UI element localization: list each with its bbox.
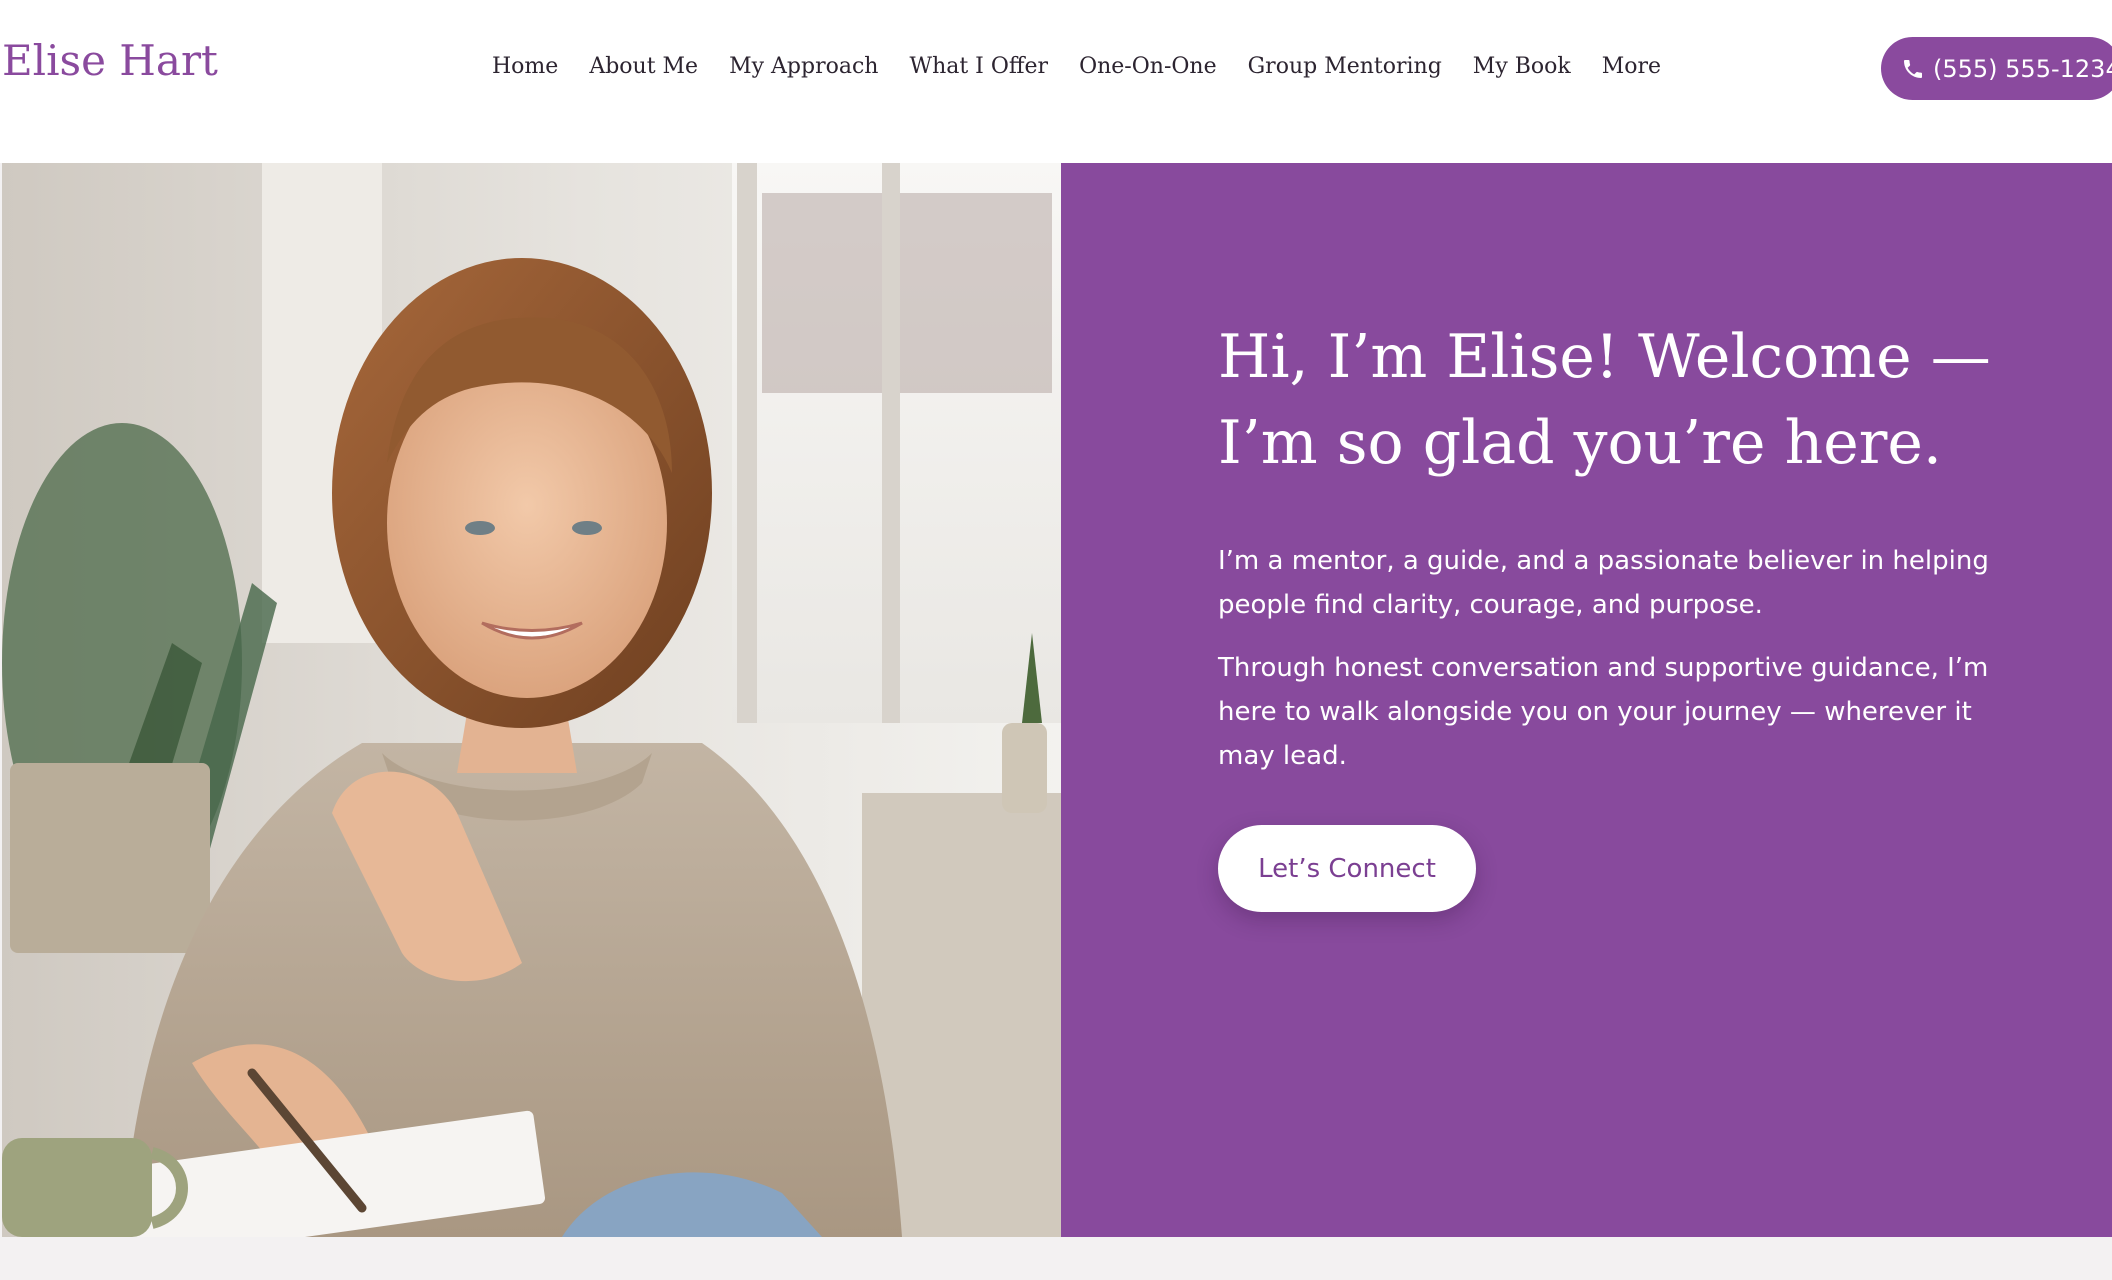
- hero-text-panel: Hi, I’m Elise! Welcome — I’m so glad you…: [1061, 163, 2112, 1237]
- hero-paragraph-2: Through honest conversation and supporti…: [1218, 653, 1989, 771]
- nav-item-group-mentoring[interactable]: Group Mentoring: [1248, 52, 1442, 82]
- hero-title: Hi, I’m Elise! Welcome — I’m so glad you…: [1218, 322, 1991, 478]
- page-bottom-strip: [0, 1237, 2112, 1280]
- site-header: Elise Hart Home About Me My Approach Wha…: [0, 0, 2112, 163]
- hero-photo: [2, 163, 1061, 1237]
- nav-item-one-on-one[interactable]: One-On-One: [1079, 52, 1217, 82]
- hero-photo-illustration: [2, 163, 1061, 1237]
- lets-connect-button[interactable]: Let’s Connect: [1218, 825, 1476, 912]
- nav-item-my-approach[interactable]: My Approach: [729, 52, 878, 82]
- phone-button[interactable]: (555) 555-1234: [1881, 37, 2112, 100]
- phone-icon: [1904, 59, 1922, 78]
- main-nav: Home About Me My Approach What I Offer O…: [492, 52, 1661, 82]
- hero-paragraph-1: I’m a mentor, a guide, and a passionate …: [1218, 546, 1989, 620]
- phone-number: (555) 555-1234: [1933, 54, 2112, 83]
- site-logo[interactable]: Elise Hart: [2, 40, 218, 82]
- nav-item-about-me[interactable]: About Me: [589, 52, 698, 82]
- nav-item-home[interactable]: Home: [492, 52, 558, 82]
- nav-item-what-i-offer[interactable]: What I Offer: [909, 52, 1048, 82]
- nav-item-my-book[interactable]: My Book: [1473, 52, 1571, 82]
- nav-item-more[interactable]: More: [1602, 52, 1661, 82]
